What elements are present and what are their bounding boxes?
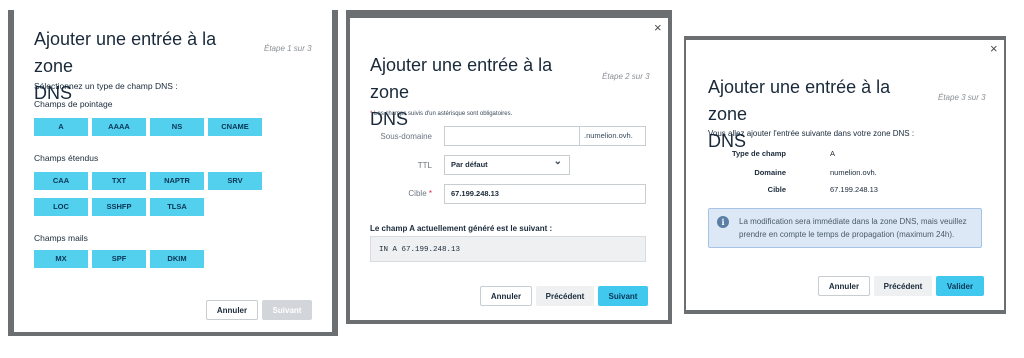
previous-button[interactable]: Précédent — [874, 276, 932, 296]
summary-value-target: 67.199.248.13 — [830, 185, 878, 194]
step3-dialog: × Ajouter une entrée à la zone DNS Étape… — [686, 40, 1004, 310]
close-icon[interactable]: × — [990, 42, 998, 55]
step3-title: Ajouter une entrée à la zone DNS — [708, 74, 928, 155]
required-note-asterisk: * — [370, 111, 373, 117]
group-label-pointage: Champs de pointage — [34, 99, 113, 109]
group-label-etendus: Champs étendus — [34, 153, 99, 163]
summary-value-type: A — [830, 149, 836, 158]
step1-step-indicator: Étape 1 sur 3 — [264, 44, 312, 53]
generated-record-code: IN A 67.199.248.13 — [370, 236, 646, 262]
info-box: i La modification sera immédiate dans la… — [708, 208, 982, 248]
summary-value-domain: numelion.ovh. — [830, 168, 877, 177]
required-note: * Les champs suivis d'un astérisque sont… — [370, 111, 512, 117]
type-button-a[interactable]: A — [34, 118, 88, 136]
summary-key-domain: Domaine — [754, 168, 786, 177]
next-button[interactable]: Suivant — [598, 286, 648, 306]
subdomain-label: Sous-domaine — [380, 132, 432, 141]
cancel-button[interactable]: Annuler — [206, 300, 258, 320]
required-note-text: Les champs suivis d'un astérisque sont o… — [374, 111, 513, 117]
step2-dialog: × Ajouter une entrée à la zone DNS Étape… — [350, 18, 668, 320]
type-button-sshfp[interactable]: SSHFP — [92, 198, 146, 216]
type-button-ns[interactable]: NS — [150, 118, 204, 136]
type-button-srv[interactable]: SRV — [208, 172, 262, 190]
target-required-asterisk: * — [428, 189, 432, 198]
target-label-text: Cible — [408, 189, 427, 198]
step1-title-line1: Ajouter une entrée à la zone — [34, 29, 217, 76]
target-label: Cible * — [370, 189, 432, 198]
chevron-down-icon: ⌄ — [553, 156, 562, 167]
step1-title: Ajouter une entrée à la zone DNS — [34, 26, 254, 107]
info-icon: i — [717, 216, 729, 228]
next-button-disabled[interactable]: Suivant — [262, 300, 312, 320]
subdomain-suffix: .numelion.ovh. — [580, 126, 646, 146]
type-button-mx[interactable]: MX — [34, 250, 88, 268]
step1-prompt: Sélectionnez un type de champ DNS : — [34, 81, 178, 91]
ttl-label: TTL — [417, 161, 432, 170]
step1-dialog: Ajouter une entrée à la zone DNS Étape 1… — [14, 10, 332, 332]
summary-intro: Vous allez ajouter l'entrée suivante dan… — [708, 129, 915, 138]
summary-key-target: Cible — [767, 185, 786, 194]
info-text: La modification sera immédiate dans la z… — [739, 217, 967, 239]
step3-title-line1: Ajouter une entrée à la zone — [708, 77, 891, 124]
ttl-select[interactable]: Par défaut ⌄ — [444, 155, 570, 175]
step2-title-line1: Ajouter une entrée à la zone — [370, 55, 553, 102]
subdomain-input[interactable] — [444, 126, 580, 146]
type-button-txt[interactable]: TXT — [92, 172, 146, 190]
type-button-caa[interactable]: CAA — [34, 172, 88, 190]
ttl-select-value: Par défaut — [451, 160, 488, 169]
type-button-dkim[interactable]: DKIM — [150, 250, 204, 268]
step2-step-indicator: Étape 2 sur 3 — [602, 72, 650, 81]
target-input[interactable]: 67.199.248.13 — [444, 184, 646, 204]
type-button-tlsa[interactable]: TLSA — [150, 198, 204, 216]
type-button-cname[interactable]: CNAME — [208, 118, 262, 136]
cancel-button[interactable]: Annuler — [480, 286, 532, 306]
step2-title: Ajouter une entrée à la zone DNS — [370, 52, 590, 133]
type-button-spf[interactable]: SPF — [92, 250, 146, 268]
previous-button[interactable]: Précédent — [536, 286, 594, 306]
type-button-aaaa[interactable]: AAAA — [92, 118, 146, 136]
type-button-naptr[interactable]: NAPTR — [150, 172, 204, 190]
confirm-button[interactable]: Valider — [936, 276, 984, 296]
summary-key-type: Type de champ — [731, 149, 786, 158]
type-button-loc[interactable]: LOC — [34, 198, 88, 216]
step3-step-indicator: Étape 3 sur 3 — [938, 93, 986, 102]
close-icon[interactable]: × — [654, 21, 662, 34]
cancel-button[interactable]: Annuler — [818, 276, 870, 296]
group-label-mails: Champs mails — [34, 233, 88, 243]
generated-record-label: Le champ A actuellement généré est le su… — [370, 224, 553, 233]
